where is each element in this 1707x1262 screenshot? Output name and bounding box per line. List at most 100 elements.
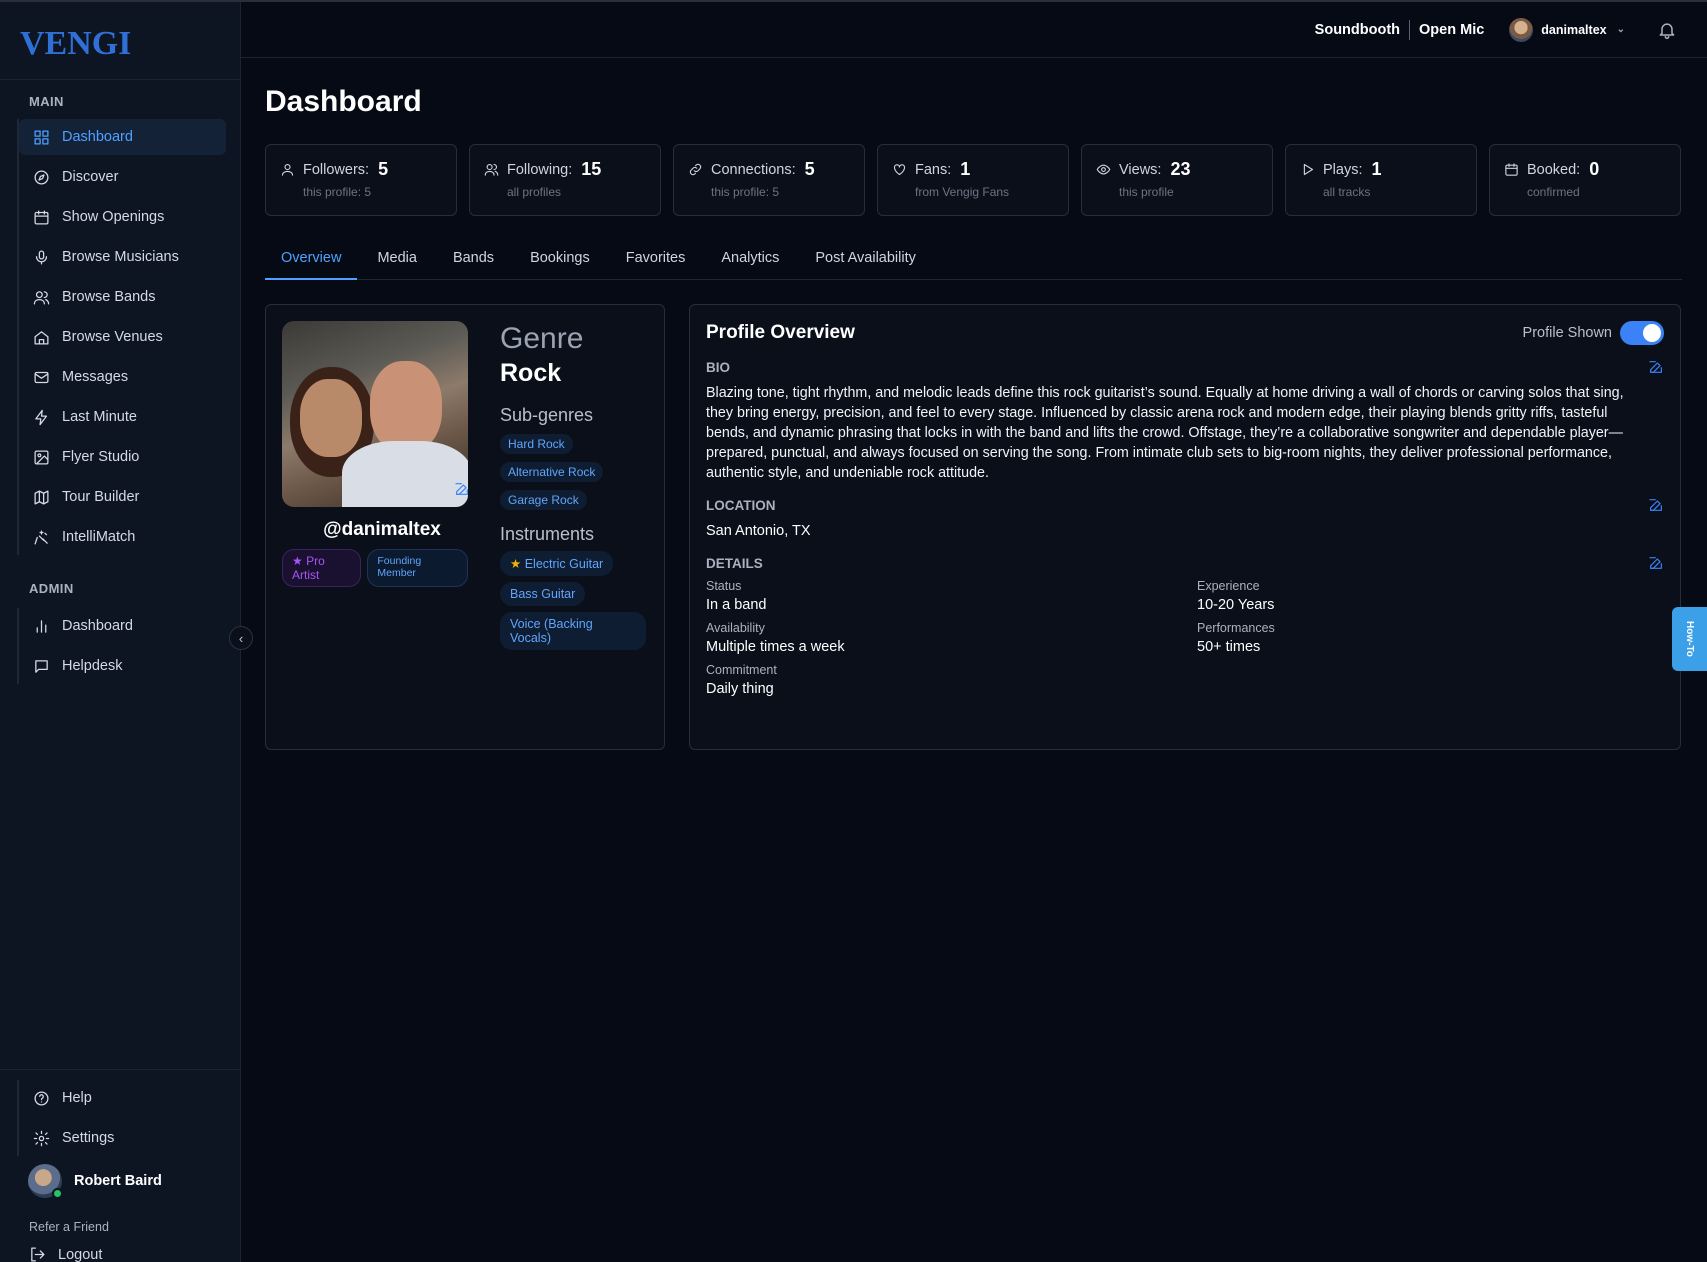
edit-photo-icon[interactable] xyxy=(454,481,468,497)
sidebar-item-settings[interactable]: Settings xyxy=(19,1120,226,1156)
sidebar-item-help[interactable]: Help xyxy=(19,1080,226,1116)
genre-value: Rock xyxy=(500,359,562,387)
stat-subtext: this profile: 5 xyxy=(303,185,372,199)
tab-bands[interactable]: Bands xyxy=(437,243,510,280)
detail-performances: Performances 50+ times xyxy=(1197,621,1597,655)
help-circle-icon xyxy=(34,1090,49,1106)
stat-subtext: from Vengig Fans xyxy=(915,185,1010,199)
avatar xyxy=(28,1164,63,1199)
sidebar-item-label: Discover xyxy=(62,169,119,185)
stat-label: Views: xyxy=(1119,161,1162,178)
tab-media[interactable]: Media xyxy=(361,243,433,280)
edit-bio-icon[interactable] xyxy=(1648,359,1664,375)
sidebar-item-intellimatch[interactable]: IntelliMatch xyxy=(19,519,226,555)
stat-value: 23 xyxy=(1170,159,1191,179)
sidebar-item-browse-bands[interactable]: Browse Bands xyxy=(19,279,226,315)
stat-views[interactable]: Views: 23 this profile xyxy=(1081,144,1273,216)
stat-label: Connections: xyxy=(711,161,796,178)
profile-overview-card: Profile Overview Profile Shown BIO Blazi… xyxy=(689,304,1681,750)
stat-subtext: this profile xyxy=(1119,185,1174,199)
app-window: VENGIG MAIN Dashboard Discover Show Open… xyxy=(0,0,1707,1262)
subgenres-label: Sub-genres xyxy=(500,405,594,425)
account-username: danimaltex xyxy=(1541,22,1607,37)
sidebar-item-browse-venues[interactable]: Browse Venues xyxy=(19,319,226,355)
logout-label: Logout xyxy=(58,1246,103,1262)
mail-icon xyxy=(34,371,49,383)
microphone-icon xyxy=(35,249,48,265)
grid-icon xyxy=(34,129,49,145)
zap-icon xyxy=(35,409,48,425)
stat-subtext: this profile: 5 xyxy=(711,185,780,199)
stat-label: Following: xyxy=(507,161,573,178)
stat-booked[interactable]: Booked: 0 confirmed xyxy=(1489,144,1681,216)
sidebar-item-label: Last Minute xyxy=(62,409,137,425)
sidebar-item-helpdesk[interactable]: Helpdesk xyxy=(19,648,226,684)
bio-text: Blazing tone, tight rhythm, and melodic … xyxy=(706,385,1624,481)
account-menu[interactable]: danimaltex ⌄ xyxy=(1509,17,1625,42)
bio-label: BIO xyxy=(706,359,731,375)
stat-plays[interactable]: Plays: 1 all tracks xyxy=(1285,144,1477,216)
tab-analytics[interactable]: Analytics xyxy=(705,243,795,280)
compass-icon xyxy=(34,169,49,185)
subgenres-list: Hard Rock Alternative Rock Garage Rock xyxy=(500,426,648,510)
footer-nav: Help Settings xyxy=(17,1080,240,1156)
instrument-tag: Voice (Backing Vocals) xyxy=(500,612,646,650)
location-label: LOCATION xyxy=(706,497,776,513)
gear-icon xyxy=(33,1130,50,1146)
admin-section-label: ADMIN xyxy=(29,581,74,596)
detail-experience: Experience 10-20 Years xyxy=(1197,579,1597,613)
stat-fans[interactable]: Fans: 1 from Vengig Fans xyxy=(877,144,1069,216)
star-icon: ★ xyxy=(510,557,522,571)
open-mic-link[interactable]: Open Mic xyxy=(1419,22,1484,38)
sidebar-item-browse-musicians[interactable]: Browse Musicians xyxy=(19,239,226,275)
logo[interactable]: VENGIG xyxy=(0,2,240,80)
sidebar-item-label: Dashboard xyxy=(62,618,133,634)
refer-friend-link[interactable]: Refer a Friend xyxy=(0,1220,240,1234)
stat-following[interactable]: Following: 15 all profiles xyxy=(469,144,661,216)
pro-artist-badge: ★ Pro Artist xyxy=(282,549,362,587)
detail-commitment: Commitment Daily thing xyxy=(706,663,1197,697)
stat-value: 5 xyxy=(804,159,815,179)
logout-button[interactable]: Logout xyxy=(0,1246,240,1262)
sidebar-item-show-openings[interactable]: Show Openings xyxy=(19,199,226,235)
online-status-dot xyxy=(52,1188,63,1199)
collapse-sidebar-button[interactable]: ‹ xyxy=(229,626,253,650)
detail-key: Status xyxy=(706,579,742,593)
sidebar-item-messages[interactable]: Messages xyxy=(19,359,226,395)
main-nav: Dashboard Discover Show Openings Browse … xyxy=(17,119,240,555)
profile-shown-toggle-wrap: Profile Shown xyxy=(1523,321,1664,345)
tab-post-availability[interactable]: Post Availability xyxy=(799,243,931,280)
sidebar-item-flyer-studio[interactable]: Flyer Studio xyxy=(19,439,226,475)
current-user[interactable]: Robert Baird xyxy=(0,1164,240,1199)
soundbooth-link[interactable]: Soundbooth xyxy=(1315,22,1400,38)
bar-chart-icon xyxy=(36,619,47,633)
how-to-tab[interactable]: How-To xyxy=(1672,607,1707,671)
sidebar-item-discover[interactable]: Discover xyxy=(19,159,226,195)
tab-bookings[interactable]: Bookings xyxy=(514,243,606,280)
overview-content: @danimaltex ★ Pro Artist Founding Member… xyxy=(265,304,1682,750)
detail-value: Daily thing xyxy=(706,681,774,697)
tab-overview[interactable]: Overview xyxy=(265,243,358,280)
profile-photo[interactable] xyxy=(282,321,468,507)
detail-value: Multiple times a week xyxy=(706,639,845,655)
edit-details-icon[interactable] xyxy=(1648,555,1664,571)
stat-subtext: confirmed xyxy=(1527,185,1580,199)
sidebar-item-dashboard[interactable]: Dashboard xyxy=(19,119,226,155)
tab-favorites[interactable]: Favorites xyxy=(610,243,702,280)
sidebar-item-admin-dashboard[interactable]: Dashboard xyxy=(19,608,226,644)
sidebar-item-last-minute[interactable]: Last Minute xyxy=(19,399,226,435)
stat-followers[interactable]: Followers: 5 this profile: 5 xyxy=(265,144,457,216)
users-icon xyxy=(33,290,50,305)
stat-value: 1 xyxy=(1371,159,1382,179)
edit-location-icon[interactable] xyxy=(1648,497,1664,513)
profile-handle: @danimaltex xyxy=(323,519,441,540)
bell-icon[interactable] xyxy=(1657,20,1677,40)
detail-key: Performances xyxy=(1197,621,1275,635)
location-value: San Antonio, TX xyxy=(706,523,811,539)
stat-connections[interactable]: Connections: 5 this profile: 5 xyxy=(673,144,865,216)
eye-icon xyxy=(1096,164,1111,175)
sidebar-item-tour-builder[interactable]: Tour Builder xyxy=(19,479,226,515)
topbar: Soundbooth Open Mic danimaltex ⌄ xyxy=(241,2,1707,58)
profile-shown-toggle[interactable] xyxy=(1620,321,1664,345)
home-icon xyxy=(34,330,49,345)
